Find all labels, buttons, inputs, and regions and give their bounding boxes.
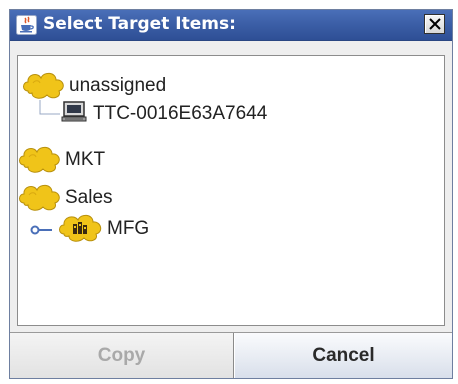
group-cloud-building-icon bbox=[58, 211, 104, 247]
copy-button[interactable]: Copy bbox=[10, 333, 234, 378]
tree-node-label: Sales bbox=[65, 187, 113, 208]
button-bar: Copy Cancel bbox=[10, 332, 452, 379]
dialog-title: Select Target Items: bbox=[43, 14, 236, 34]
group-cloud-icon bbox=[22, 69, 66, 103]
cancel-button[interactable]: Cancel bbox=[234, 333, 452, 378]
tree-node-mfg[interactable]: MFG bbox=[58, 214, 150, 243]
tree-node-mkt[interactable]: MKT bbox=[18, 146, 105, 174]
expand-handle-icon[interactable] bbox=[30, 222, 54, 241]
target-items-tree[interactable]: unassigned TTC-0016E63A7644 MKT Sales MF… bbox=[17, 55, 445, 326]
select-target-items-dialog: Select Target Items: unassigned TTC-0016… bbox=[9, 9, 453, 379]
close-button[interactable] bbox=[424, 14, 445, 34]
tree-node-sales[interactable]: Sales bbox=[18, 184, 113, 212]
group-cloud-icon bbox=[18, 143, 62, 177]
computer-icon bbox=[60, 100, 90, 128]
tree-node-unassigned[interactable]: unassigned bbox=[22, 72, 166, 100]
tree-node-computer[interactable]: TTC-0016E63A7644 bbox=[60, 100, 267, 128]
tree-node-label: MFG bbox=[107, 218, 150, 239]
group-cloud-icon bbox=[18, 181, 62, 215]
title-bar[interactable]: Select Target Items: bbox=[10, 10, 452, 41]
tree-node-label: TTC-0016E63A7644 bbox=[93, 103, 268, 124]
tree-node-label: unassigned bbox=[69, 75, 167, 96]
tree-node-label: MKT bbox=[65, 149, 106, 170]
close-icon bbox=[429, 18, 441, 30]
java-cup-icon bbox=[16, 15, 37, 35]
tree-connector-line bbox=[39, 100, 60, 115]
